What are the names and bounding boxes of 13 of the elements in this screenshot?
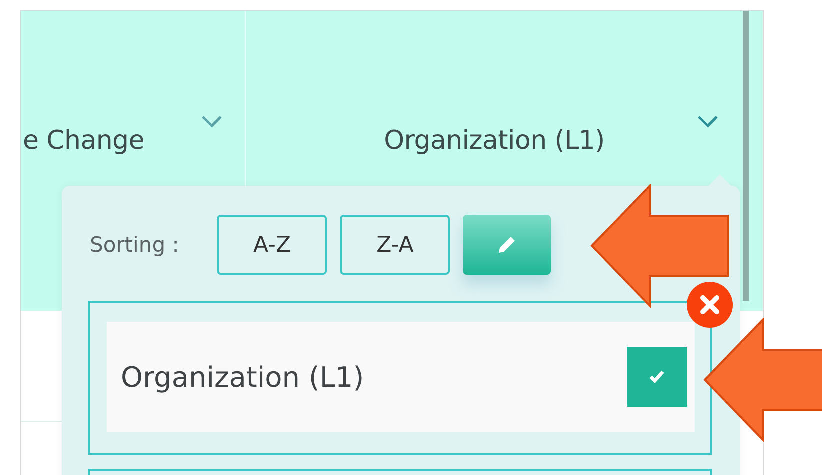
chevron-down-icon[interactable] [201,115,223,129]
column-title: e Change [23,126,144,156]
filter-item-label: Organization (L1) [121,360,364,394]
column-title: Organization (L1) [384,126,605,156]
remove-icon[interactable] [687,282,733,328]
filter-item[interactable]: Organization (L1) [107,322,695,432]
scrollbar[interactable] [743,11,749,301]
chevron-down-icon[interactable] [697,115,719,129]
sort-button[interactable]: Z-A [340,215,450,275]
sorting-label: Sorting : [90,233,180,257]
checkbox[interactable] [627,347,687,407]
sort-button[interactable]: A-Z [217,215,328,275]
edit-button[interactable] [463,215,552,275]
